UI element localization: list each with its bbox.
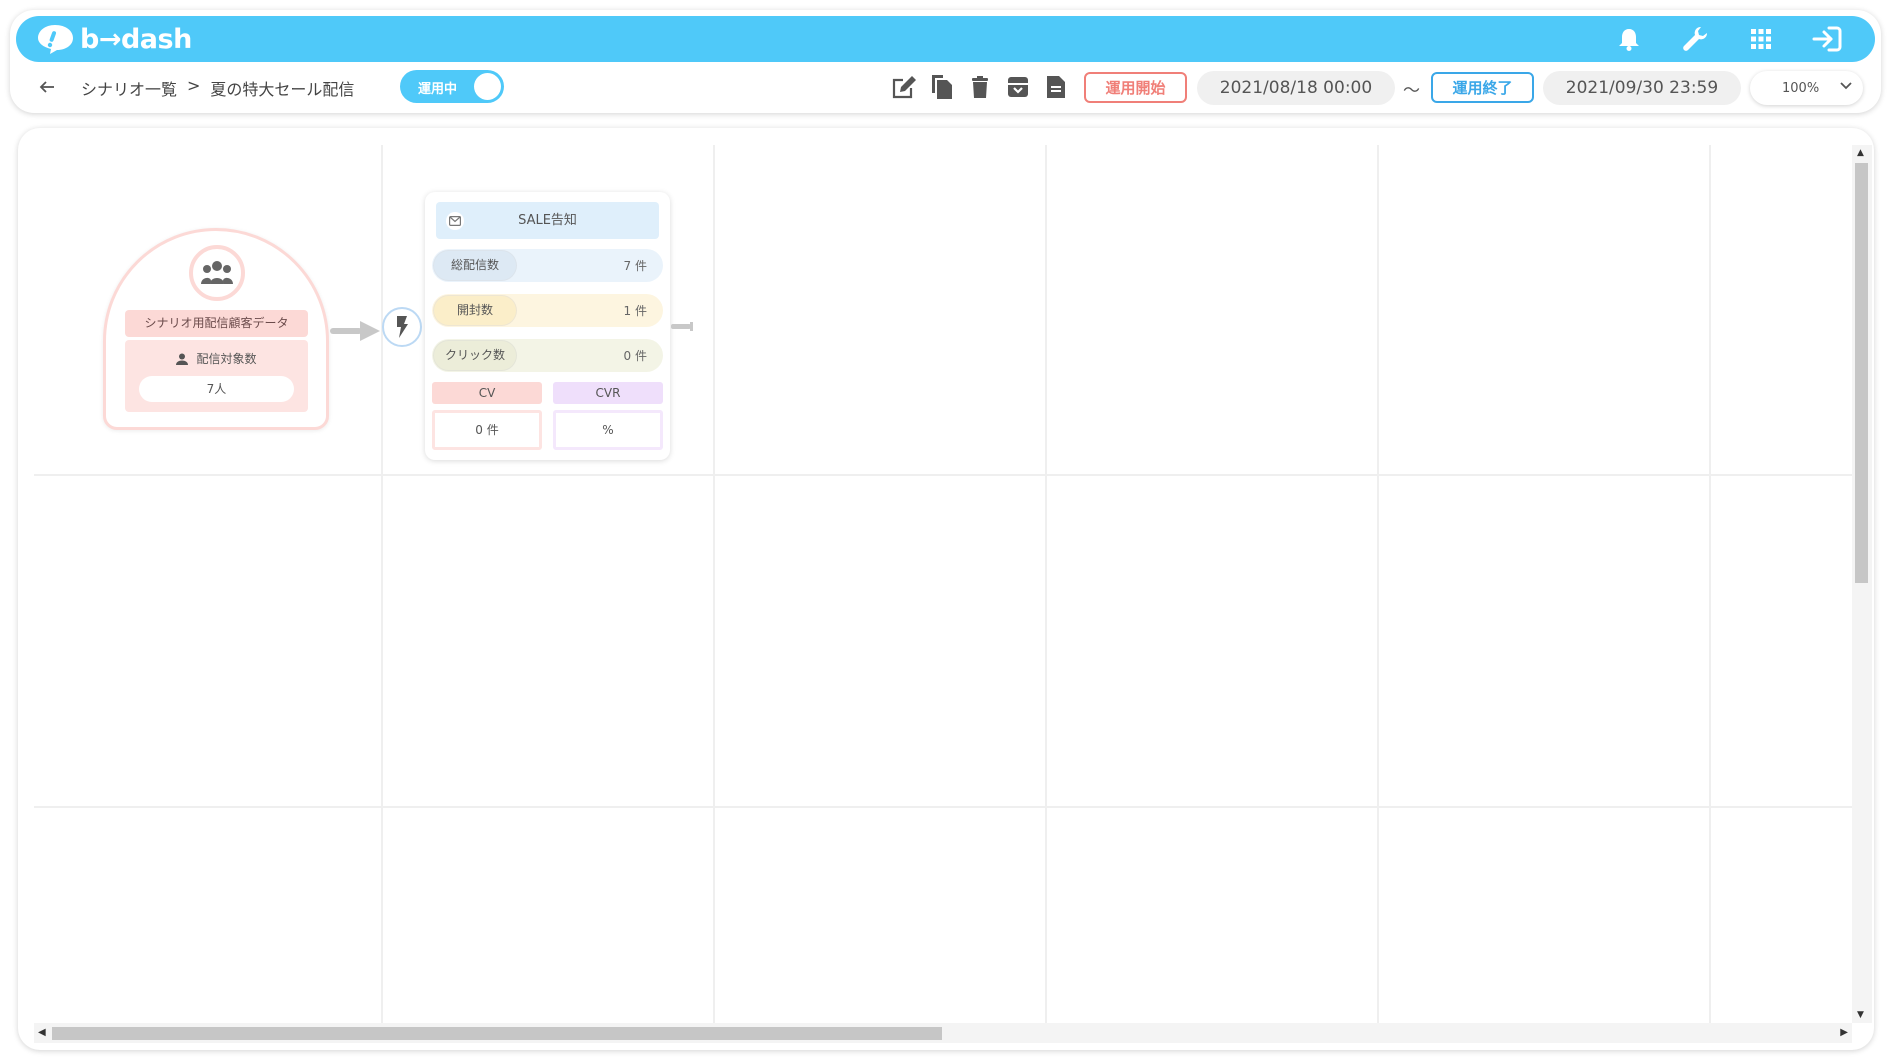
breadcrumb: シナリオ一覧 > 夏の特大セール配信 [81,76,354,100]
end-operation-button[interactable]: 運用終了 [1431,72,1534,103]
breadcrumb-scenario-list[interactable]: シナリオ一覧 [81,76,177,100]
envelope-icon [446,212,464,230]
cv-value: 0 件 [432,410,542,450]
segment-node[interactable]: シナリオ用配信顧客データ 配信対象数 7人 [103,228,329,430]
users-group-icon [189,245,245,301]
edit-icon[interactable] [890,72,918,102]
logo[interactable]: b→dash [36,23,192,55]
logo-text: b→dash [80,23,192,55]
mail-node-title-bar: SALE告知 [436,202,659,239]
vertical-scroll-thumb[interactable] [1855,163,1868,583]
breadcrumb-current: 夏の特大セール配信 [210,80,355,99]
cvr-label: CVR [553,382,663,404]
horizontal-scrollbar[interactable]: ◀ ▶ [34,1023,1852,1043]
grid-line [713,145,715,1023]
cv-label: CV [432,382,542,404]
cvr-value: % [553,410,663,450]
scroll-left-icon[interactable]: ◀ [38,1027,46,1038]
scroll-up-icon[interactable]: ▲ [1857,148,1864,158]
segment-target-box: 配信対象数 7人 [125,340,308,412]
horizontal-scroll-thumb[interactable] [52,1027,942,1040]
archive-icon[interactable] [1004,72,1032,102]
toggle-knob [474,73,501,100]
scenario-canvas[interactable]: シナリオ用配信顧客データ 配信対象数 7人 SALE告知 総配信数 7 件 開封… [18,128,1874,1050]
stat-total-sent-value: 7 件 [623,259,647,273]
grid-line [1377,145,1379,1023]
stat-clicks: クリック数 0 件 [432,339,663,372]
grid-line [34,474,1852,476]
mail-action-node[interactable]: SALE告知 総配信数 7 件 開封数 1 件 クリック数 0 件 CV CVR… [425,192,670,460]
trash-icon[interactable] [966,72,994,102]
scenario-toolbar: シナリオ一覧 > 夏の特大セール配信 運用中 運用開始 2021/08/18 0… [10,62,1881,113]
stat-total-sent-label: 総配信数 [434,251,516,280]
logout-icon[interactable] [1809,22,1845,56]
start-date-field[interactable]: 2021/08/18 00:00 [1197,71,1395,105]
grid-line [1709,145,1711,1023]
segment-target-label-row: 配信対象数 [125,350,308,368]
stat-clicks-value: 0 件 [623,349,647,363]
segment-target-label: 配信対象数 [196,352,257,366]
breadcrumb-separator: > [187,76,201,95]
output-connector[interactable] [671,317,693,331]
scroll-right-icon[interactable]: ▶ [1840,1027,1848,1038]
copy-icon[interactable] [928,72,956,102]
stat-opened-value: 1 件 [623,304,647,318]
document-icon[interactable] [1042,72,1070,102]
date-range-separator: 〜 [1403,81,1420,101]
grid-line [1045,145,1047,1023]
top-bar: b→dash [16,16,1875,62]
header: b→dash シナリオ一覧 > 夏の特大セール配信 運用中 運用開始 2021/… [10,10,1881,113]
connector-arrow [330,320,382,346]
wrench-icon[interactable] [1677,22,1713,56]
chevron-down-icon [1839,79,1853,97]
end-date-field[interactable]: 2021/09/30 23:59 [1543,71,1741,105]
start-operation-button[interactable]: 運用開始 [1084,72,1187,103]
stat-opened-label: 開封数 [434,296,516,325]
stat-total-sent: 総配信数 7 件 [432,249,663,282]
logo-bubble-icon [36,23,74,55]
back-arrow-icon[interactable] [34,74,60,100]
apps-grid-icon[interactable] [1743,22,1779,56]
trigger-lightning-icon[interactable] [382,307,422,347]
stat-clicks-label: クリック数 [434,341,516,370]
vertical-scrollbar[interactable]: ▲ ▼ [1852,145,1872,1023]
scroll-down-icon[interactable]: ▼ [1857,1010,1864,1020]
segment-target-value: 7人 [139,376,294,402]
grid-line [381,145,383,1023]
segment-title: シナリオ用配信顧客データ [125,310,308,337]
mail-node-title: SALE告知 [518,213,577,228]
person-icon [176,353,189,368]
canvas-grid: シナリオ用配信顧客データ 配信対象数 7人 SALE告知 総配信数 7 件 開封… [34,145,1852,1023]
grid-line [34,806,1852,808]
zoom-select[interactable]: 100% [1750,71,1863,105]
zoom-value: 100% [1782,81,1820,96]
status-toggle[interactable]: 運用中 [400,70,504,103]
stat-opened: 開封数 1 件 [432,294,663,327]
bell-icon[interactable] [1611,22,1647,56]
status-toggle-label: 運用中 [418,82,458,97]
